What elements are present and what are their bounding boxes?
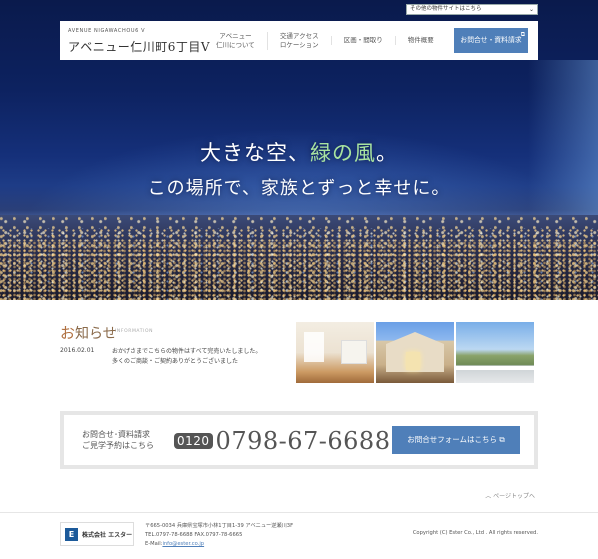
- phone-number[interactable]: 0120 0798-67-6688: [174, 427, 390, 455]
- news-subheading: INFORMATION: [115, 329, 154, 334]
- company-address: 〒665-0034 兵庫県宝塚市小林1丁目1-39 アベニュー逆瀬川3F TEL…: [145, 522, 293, 549]
- site-logo[interactable]: アベニュー仁川町6丁目V: [68, 38, 210, 55]
- nav-item-overview[interactable]: 物件概要: [394, 36, 446, 45]
- hero-headline-line1: 大きな空、緑の風。: [0, 137, 598, 167]
- other-properties-select[interactable]: その他の物件サイトはこちら ⌄: [406, 4, 538, 15]
- nav-item-floorplan[interactable]: 区画・間取り: [330, 36, 395, 45]
- hero-headline-post: 。: [376, 141, 398, 165]
- page-top-link[interactable]: ︿ ページトップへ: [485, 491, 535, 500]
- photo-balcony-view: [456, 322, 534, 383]
- nav-item-label: 物件概要: [407, 36, 434, 44]
- nav-item-label: アベニュー: [219, 31, 252, 40]
- photo-interior: [296, 322, 374, 383]
- copyright: Copyright (C) Ester Co., Ltd . All right…: [412, 530, 538, 536]
- contact-form-button[interactable]: お問合せフォームはこちら ⧉: [392, 426, 520, 454]
- external-link-icon: ⧉: [499, 435, 505, 444]
- nav-item-label: 交通アクセス: [279, 31, 319, 40]
- hero-headline-line2: この場所で、家族とずっと幸せに。: [147, 178, 451, 199]
- city-lights-warm: [0, 240, 598, 300]
- email-label: E-Mail:: [145, 541, 163, 547]
- company-logo-mark: E: [65, 527, 78, 541]
- nav-item-label: 仁川について: [216, 40, 255, 49]
- news-text-line: 多くのご商談・ご契約ありがとうございました: [112, 358, 239, 365]
- email-line: E-Mail:info@ester.co.jp: [145, 540, 293, 549]
- news-text-line: おかげさまでこちらの物件はすべて完売いたしました。: [112, 348, 262, 355]
- contact-form-label: お問合せフォームはこちら: [407, 435, 498, 444]
- contact-label-line: お問合せ･資料請求: [82, 430, 150, 439]
- chevron-down-icon: ⌄: [528, 6, 534, 13]
- news-text: おかげさまでこちらの物件はすべて完売いたしました。 多くのご商談・ご契約ありがと…: [112, 347, 261, 367]
- news-heading-first: お: [60, 324, 76, 342]
- main-nav: アベニュー 仁川について 交通アクセス ロケーション 区画・間取り 物件概要: [204, 21, 446, 60]
- contact-request-label: お問合せ・資料請求: [460, 36, 522, 44]
- page-top-label: ページトップへ: [493, 493, 535, 500]
- contact-box: お問合せ･資料請求 ご見学予約はこちら 0120 0798-67-6688 お問合…: [60, 411, 538, 469]
- hero-headline: 大きな空、緑の風。 この場所で、家族とずっと幸せに。: [0, 137, 598, 200]
- news-date: 2016.02.01: [60, 347, 95, 354]
- contact-request-button[interactable]: お問合せ・資料請求 ⧉: [454, 28, 528, 53]
- freedial-icon: 0120: [174, 433, 213, 449]
- other-properties-select-value: その他の物件サイトはこちら: [410, 6, 482, 12]
- tel-fax-line: TEL.0797-78-6688 FAX.0797-78-6665: [145, 532, 243, 538]
- hero-headline-pre: 大きな空、: [200, 141, 310, 165]
- company-logo[interactable]: E 株式会社 エスター: [60, 522, 134, 546]
- chevron-up-icon: ︿: [485, 493, 494, 500]
- external-link-icon: ⧉: [520, 31, 525, 38]
- site-header: AVENUE NIGAWACHOU6 V アベニュー仁川町6丁目V アベニュー …: [60, 21, 538, 60]
- footer-divider: [0, 512, 598, 513]
- nav-item-access[interactable]: 交通アクセス ロケーション: [266, 31, 331, 50]
- logo-subtitle: AVENUE NIGAWACHOU6 V: [68, 28, 146, 34]
- hero-headline-accent: 緑の風: [310, 141, 376, 165]
- address-line: 〒665-0034 兵庫県宝塚市小林1丁目1-39 アベニュー逆瀬川3F: [145, 523, 294, 529]
- news-heading-rest: 知らせ: [75, 326, 117, 342]
- phone-number-text: 0798-67-6688: [215, 427, 391, 455]
- photo-exterior: [376, 322, 454, 383]
- nav-item-label: ロケーション: [279, 40, 319, 49]
- nav-item-about[interactable]: アベニュー 仁川について: [204, 32, 267, 50]
- contact-label: お問合せ･資料請求 ご見学予約はこちら: [82, 429, 154, 451]
- email-link[interactable]: info@ester.co.jp: [162, 541, 204, 547]
- company-name: 株式会社 エスター: [82, 531, 133, 539]
- contact-label-line: ご見学予約はこちら: [82, 441, 154, 450]
- news-heading: お知らせ: [60, 322, 117, 343]
- nav-item-label: 区画・間取り: [343, 36, 383, 44]
